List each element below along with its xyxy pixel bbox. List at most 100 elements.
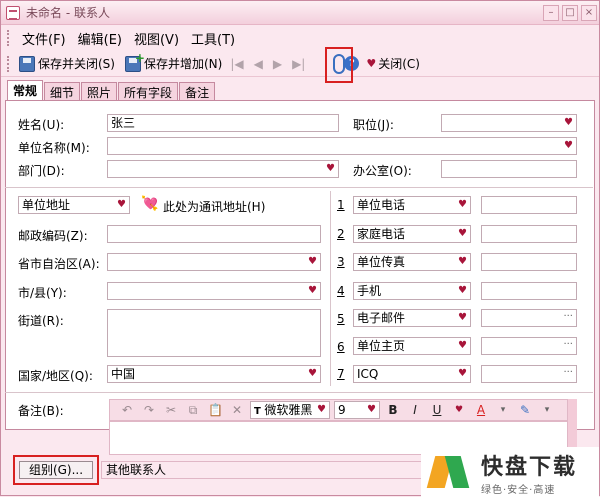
watermark-logo-icon [427,452,473,492]
phone-type-2[interactable]: 家庭电话 [353,225,471,243]
cut-icon[interactable]: ✂ [164,403,178,417]
tab-notes[interactable]: 备注 [179,82,216,101]
font-color-icon[interactable]: A [474,403,488,417]
minimize-button[interactable]: – [543,5,559,21]
window-title: 未命名 - 联系人 [26,6,110,20]
menu-grip [7,30,10,46]
postal-input[interactable] [107,225,321,243]
postal-label: 邮政编码(Z): [18,229,88,243]
tab-details[interactable]: 细节 [44,82,81,101]
maximize-button[interactable]: □ [562,5,578,21]
prev-record-icon[interactable]: ◀ [249,57,268,71]
close-window-button[interactable]: × [581,5,597,21]
province-dropdown[interactable] [107,253,321,271]
undo-icon[interactable]: ↶ [120,403,134,417]
icq-type[interactable]: ICQ [353,365,471,383]
save-close-label: 保存并关闭(S) [38,57,115,71]
phone-input-3[interactable] [481,253,577,271]
phone-input-1[interactable] [481,196,577,214]
phone-num-4: 4 [337,284,345,298]
homepage-type[interactable]: 单位主页 [353,337,471,355]
save-icon [19,55,35,72]
close-button[interactable]: ♥ 关闭(C) [363,53,423,75]
country-label: 国家/地区(Q): [18,369,93,383]
country-dropdown[interactable]: 中国 [107,365,321,383]
save-close-button[interactable]: 保存并关闭(S) [16,53,118,75]
phone-type-4[interactable]: 手机 [353,282,471,300]
menu-bar: 文件(F) 编辑(E) 视图(V) 工具(T) [1,27,599,49]
bold-icon[interactable]: B [386,403,400,417]
tab-photo[interactable]: 照片 [81,82,118,101]
position-label: 职位(J): [353,118,394,132]
icq-input[interactable] [481,365,577,383]
format-toolbar: ↶ ↷ ✂ ⧉ 📋 ✕ T 微软雅黑 9 B I U ♥ A ▾ ✎ ▾ [109,399,577,421]
underline-icon[interactable]: U [430,403,444,417]
office-input[interactable] [441,160,577,178]
phone-input-4[interactable] [481,282,577,300]
last-record-icon[interactable]: ▶| [287,57,310,71]
phone-type-1[interactable]: 单位电话 [353,196,471,214]
city-label: 市/县(Y): [18,286,67,300]
city-dropdown[interactable] [107,282,321,300]
phone-num-1: 1 [337,198,345,212]
homepage-input[interactable] [481,337,577,355]
divider [5,187,593,188]
phone-type-3[interactable]: 单位传真 [353,253,471,271]
first-record-icon[interactable]: |◀ [225,57,248,71]
font-dropdown[interactable]: T 微软雅黑 [250,401,330,419]
watermark-title: 快盘下载 [481,454,578,480]
font-value: 微软雅黑 [264,403,313,417]
paste-icon[interactable]: 📋 [208,403,223,417]
highlight-icon[interactable]: ✎ [518,403,532,417]
paperclip-icon[interactable] [333,54,345,74]
mailing-address-checkbox[interactable]: 此处为通讯地址(H) [163,198,265,215]
save-add-button[interactable]: 保存并增加(N) [122,51,225,75]
copy-icon[interactable]: ⧉ [186,403,200,417]
tab-general[interactable]: 常规 [7,80,44,101]
watermark: 快盘下载 绿色·安全·高速 [421,447,599,497]
italic-icon[interactable]: I [408,403,422,417]
redo-icon[interactable]: ↷ [142,403,156,417]
email-input[interactable] [481,309,577,327]
toolbar: 保存并关闭(S) 保存并增加(N) |◀ ◀ ▶ ▶| ? ♥ 关闭(C) [1,51,599,77]
size-dropdown[interactable]: 9 [334,401,380,419]
underline-heart-icon[interactable]: ♥ [452,403,466,417]
save-add-label: 保存并增加(N) [143,57,223,71]
watermark-slogan: 绿色·安全·高速 [481,484,556,496]
save-new-icon [124,51,145,72]
department-label: 部门(D): [18,164,65,178]
next-record-icon[interactable]: ▶ [268,57,287,71]
menu-view[interactable]: 视图(V) [128,29,185,48]
delete-icon[interactable]: ✕ [230,403,244,417]
department-dropdown[interactable] [107,160,339,178]
menu-file[interactable]: 文件(F) [16,29,72,48]
position-dropdown[interactable] [441,114,577,132]
contact-window: 未命名 - 联系人 – □ × 文件(F) 编辑(E) 视图(V) 工具(T) … [0,0,600,497]
name-label: 姓名(U): [18,118,65,132]
office-label: 办公室(O): [353,164,412,178]
phone-num-3: 3 [337,255,345,269]
phone-input-2[interactable] [481,225,577,243]
toolbar-grip [7,55,10,72]
menu-tools[interactable]: 工具(T) [185,29,241,48]
menu-edit[interactable]: 编辑(E) [72,29,128,48]
notes-divider [5,392,593,393]
phone-num-6: 6 [337,340,345,354]
phone-num-7: 7 [337,367,345,381]
highlight-arrow-icon[interactable]: ▾ [540,403,554,417]
email-type[interactable]: 电子邮件 [353,309,471,327]
address-type-dropdown[interactable]: 单位地址 [18,196,130,214]
company-dropdown[interactable] [107,137,577,155]
name-input[interactable]: 张三 [107,114,339,132]
group-highlight [13,455,99,485]
phone-num-5: 5 [337,312,345,326]
close-label: 关闭(C) [378,57,420,71]
close-heart-icon: ♥ [366,57,377,70]
column-divider [330,191,331,386]
notes-label: 备注(B): [18,404,64,418]
street-textarea[interactable] [107,309,321,357]
font-color-arrow-icon[interactable]: ▾ [496,403,510,417]
province-label: 省市自治区(A): [18,257,100,271]
tab-all-fields[interactable]: 所有字段 [118,82,179,101]
heart-arrow-icon: 💘 [141,196,159,212]
